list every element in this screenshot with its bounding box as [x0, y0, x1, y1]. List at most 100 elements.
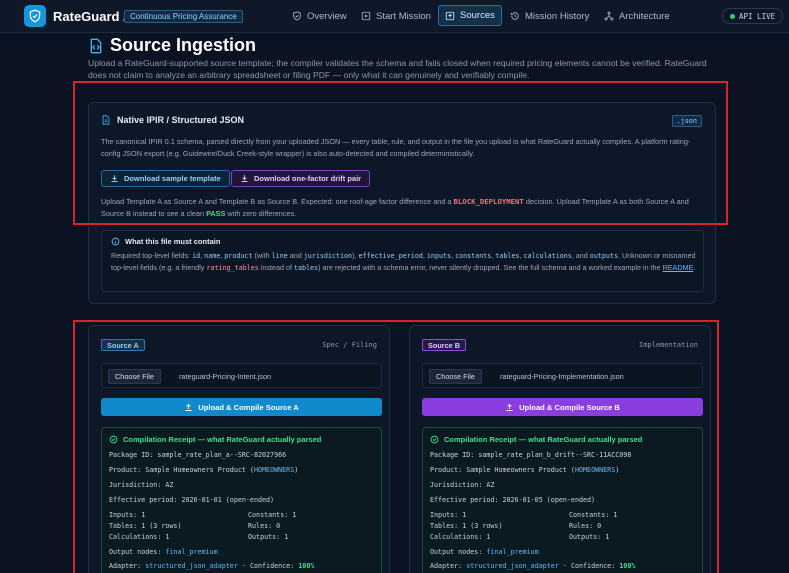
download-drift-label: Download one-factor drift pair — [254, 174, 362, 183]
value: final_premium — [486, 548, 539, 556]
label: Package ID: — [430, 451, 479, 459]
page-intro: Upload a RateGuard-supported source temp… — [88, 58, 707, 80]
field-outputs: outputs — [589, 252, 618, 260]
value: structured_json_adapter — [145, 562, 238, 570]
pass-keyword: PASS — [206, 208, 226, 218]
receipt-inputs: Inputs: 1 — [109, 511, 146, 519]
upload-b-label: Upload & Compile Source B — [519, 402, 620, 412]
upload-icon — [445, 11, 455, 20]
source-a-tag: Source A — [101, 339, 145, 351]
check-circle-icon — [430, 435, 439, 444]
source-a-role: Spec / Filing — [322, 341, 377, 349]
receipt-constants: Constants: 1 — [569, 511, 618, 519]
receipt-jurisdiction: Jurisdiction: AZ — [109, 481, 174, 489]
note-text-3: with zero differences. — [225, 208, 297, 218]
nav-overview[interactable]: Overview — [286, 6, 353, 26]
req-text: (with — [252, 251, 272, 260]
receipt-adapter: Adapter: structured_json_adapter · Confi… — [430, 562, 635, 570]
req-text: and — [287, 251, 304, 260]
native-panel-header: Native IPIR / Structured JSON — [101, 115, 244, 125]
native-ipir-panel: Native IPIR / Structured JSON .json The … — [88, 102, 716, 304]
choose-file-button[interactable]: Choose File — [108, 369, 161, 384]
readme-link[interactable]: README — [663, 263, 694, 272]
receipt-package-id: Package ID: sample_rate_plan_a--SRC-8202… — [109, 451, 286, 459]
value: Sample Homeowners Product ( — [145, 466, 254, 474]
label: Product: — [109, 466, 146, 474]
value: sample_rate_plan_a--SRC-82027966 — [157, 451, 287, 459]
receipt-product: Product: Sample Homeowners Product (HOME… — [109, 466, 298, 474]
source-b-panel: Source B Implementation Choose File rate… — [409, 325, 711, 573]
template-instructions: Upload Template A as Source A and Templa… — [101, 196, 705, 219]
nav-start-mission[interactable]: Start Mission — [355, 6, 437, 26]
label: Output nodes: — [430, 548, 487, 556]
file-requirements-box: What this file must contain Required top… — [101, 230, 704, 292]
field-tables: tables — [495, 252, 520, 260]
receipt-tables: Tables: 1 (3 rows) — [109, 522, 182, 530]
play-icon — [361, 11, 371, 21]
receipt-calculations: Calculations: 1 — [109, 533, 170, 541]
nav-mission-history-label: Mission History — [525, 10, 590, 22]
upload-compile-source-a-button[interactable]: Upload & Compile Source A — [101, 398, 382, 416]
page-title: Source Ingestion — [110, 35, 257, 55]
native-description: The canonical IPIR 0.1 schema, parsed di… — [101, 137, 691, 158]
receipt-output-nodes: Output nodes: final_premium — [109, 548, 218, 556]
req-text: , and — [571, 251, 590, 260]
source-b-role: Implementation — [638, 341, 698, 349]
receipt-outputs: Outputs: 1 — [248, 533, 289, 541]
receipt-product: Product: Sample Homeowners Product (HOME… — [430, 466, 619, 474]
source-a-panel: Source A Spec / Filing Choose File rateg… — [88, 325, 390, 573]
confidence-value: 100% — [619, 562, 636, 570]
receipt-header: Compilation Receipt — what RateGuard act… — [430, 435, 642, 444]
nav-sources[interactable]: Sources — [438, 5, 502, 26]
info-icon — [111, 237, 120, 246]
nav-start-mission-label: Start Mission — [376, 10, 431, 22]
receipt-title: Compilation Receipt — what RateGuard act… — [444, 435, 643, 444]
receipt-inputs: Inputs: 1 — [430, 511, 467, 519]
receipt-rules: Rules: 0 — [569, 522, 602, 530]
choose-file-button[interactable]: Choose File — [429, 369, 482, 384]
req-text: Required top-level fields: — [111, 251, 193, 260]
receipt-output-nodes: Output nodes: final_premium — [430, 548, 539, 556]
history-icon — [510, 12, 519, 20]
label: · Confidence: — [237, 562, 299, 570]
brand-label: RateGuard — [53, 9, 120, 24]
field-product: product — [224, 252, 253, 260]
field-id: id — [192, 252, 201, 260]
receipt-constants: Constants: 1 — [248, 511, 297, 519]
upload-compile-source-b-button[interactable]: Upload & Compile Source B — [422, 398, 703, 416]
download-icon — [111, 175, 118, 182]
label: · Confidence: — [558, 562, 620, 570]
receipt-jurisdiction: Jurisdiction: AZ — [430, 481, 495, 489]
source-a-file-input[interactable]: Choose File rateguard-Pricing-Intent.jso… — [101, 363, 382, 388]
field-effective-period: effective_period — [358, 252, 423, 260]
nav-architecture-label: Architecture — [619, 10, 670, 22]
nav-sources-label: Sources — [460, 10, 495, 21]
upload-icon — [185, 403, 192, 411]
receipt-tables: Tables: 1 (3 rows) — [430, 522, 503, 530]
selected-file-name: rateguard-Pricing-Intent.json — [179, 372, 272, 381]
label: Product: — [430, 466, 467, 474]
paren: ) — [615, 466, 620, 474]
field-line: line — [271, 252, 288, 260]
json-file-icon — [102, 115, 110, 125]
value: final_premium — [165, 548, 218, 556]
json-format-badge: .json — [671, 115, 702, 127]
receipt-title: Compilation Receipt — what RateGuard act… — [123, 435, 322, 444]
download-sample-button[interactable]: Download sample template — [101, 170, 230, 187]
source-b-file-input[interactable]: Choose File rateguard-Pricing-Implementa… — [422, 363, 703, 388]
product-line: HOMEOWNERS — [253, 466, 295, 474]
page-header: Source Ingestion — [88, 35, 256, 56]
nav-architecture[interactable]: Architecture — [598, 6, 676, 26]
api-status-label: API LIVE — [739, 11, 776, 21]
receipt-calculations: Calculations: 1 — [430, 533, 491, 541]
paren: ) — [294, 466, 299, 474]
compilation-receipt-a: Compilation Receipt — what RateGuard act… — [101, 427, 382, 573]
nav-mission-history[interactable]: Mission History — [504, 6, 595, 26]
receipt-adapter: Adapter: structured_json_adapter · Confi… — [109, 562, 314, 570]
shield-logo-icon — [24, 5, 46, 27]
receipt-outputs: Outputs: 1 — [569, 533, 610, 541]
download-icon — [241, 175, 248, 182]
architecture-icon — [604, 11, 614, 21]
download-drift-pair-button[interactable]: Download one-factor drift pair — [231, 170, 371, 187]
requirements-title: What this file must contain — [125, 237, 221, 246]
